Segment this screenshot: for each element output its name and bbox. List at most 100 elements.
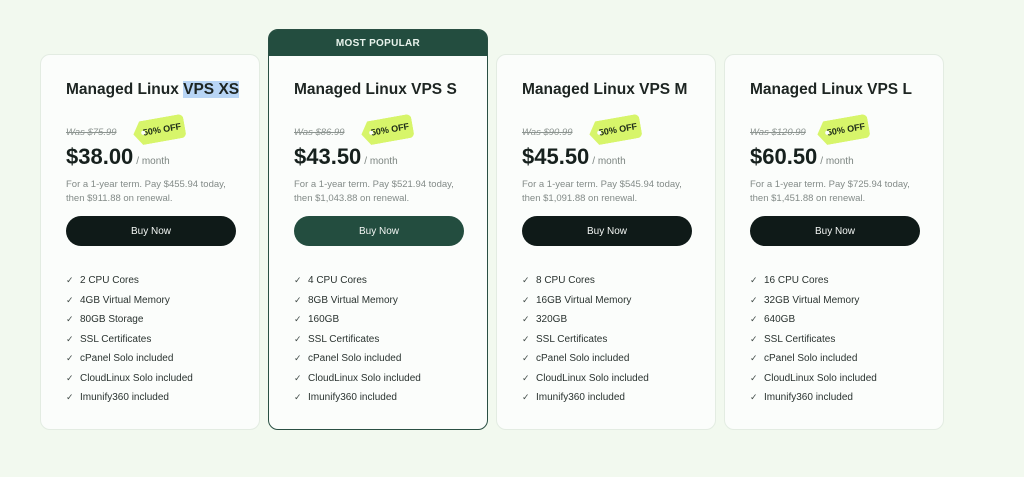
original-price: Was $86.99	[294, 127, 345, 138]
feature-item: ✓ 4GB Virtual Memory	[66, 291, 234, 311]
feature-label: SSL Certificates	[536, 333, 608, 345]
feature-item: ✓ Imunify360 included	[294, 388, 462, 408]
feature-label: CloudLinux Solo included	[764, 372, 877, 384]
feature-item: ✓ 8 CPU Cores	[522, 271, 690, 291]
price-row: $38.00 / month	[66, 144, 234, 172]
check-icon: ✓	[66, 275, 74, 286]
original-price-row: Was $90.99 50% OFF	[522, 124, 690, 142]
feature-label: SSL Certificates	[80, 333, 152, 345]
check-icon: ✓	[750, 314, 758, 325]
price-period: / month	[820, 156, 854, 167]
plan-card-xs: Managed Linux VPS XS Was $75.99 50% OFF …	[40, 54, 260, 430]
feature-label: 4GB Virtual Memory	[80, 294, 170, 306]
feature-item: ✓ CloudLinux Solo included	[522, 369, 690, 389]
plan-card-m: Managed Linux VPS M Was $90.99 50% OFF $…	[496, 54, 716, 430]
buy-now-button-m[interactable]: Buy Now	[522, 216, 692, 246]
price: $60.50	[750, 144, 818, 169]
buy-now-button-xs[interactable]: Buy Now	[66, 216, 236, 246]
selected-title-text: VPS XS	[183, 81, 240, 98]
feature-label: 640GB	[764, 314, 796, 326]
term-line-2: then $1,451.88 on renewal.	[750, 193, 866, 204]
check-icon: ✓	[66, 294, 74, 305]
original-price-row: Was $86.99 50% OFF	[294, 124, 462, 142]
term-line-2: then $911.88 on renewal.	[66, 193, 173, 204]
original-price-row: Was $75.99 50% OFF	[66, 124, 234, 142]
term-line-1: For a 1-year term. Pay $455.94 today,	[66, 179, 226, 190]
discount-tag: 50% OFF	[131, 114, 186, 147]
feature-item: ✓ SSL Certificates	[294, 330, 462, 350]
original-price-row: Was $120.99 50% OFF	[750, 124, 918, 142]
feature-item: ✓ CloudLinux Solo included	[294, 369, 462, 389]
check-icon: ✓	[294, 353, 302, 364]
feature-item: ✓ 2 CPU Cores	[66, 271, 234, 291]
feature-label: CloudLinux Solo included	[308, 372, 421, 384]
check-icon: ✓	[522, 275, 530, 286]
feature-label: 4 CPU Cores	[308, 275, 367, 287]
price-row: $45.50 / month	[522, 144, 690, 172]
feature-list: ✓ 16 CPU Cores ✓ 32GB Virtual Memory ✓ 640G…	[750, 271, 918, 408]
feature-label: SSL Certificates	[764, 333, 836, 345]
feature-item: ✓ 16GB Virtual Memory	[522, 291, 690, 311]
plan-title: Managed Linux VPS M	[522, 80, 690, 100]
feature-label: cPanel Solo included	[308, 353, 402, 365]
feature-label: CloudLinux Solo included	[80, 372, 193, 384]
price: $43.50	[294, 144, 362, 169]
feature-list: ✓ 4 CPU Cores ✓ 8GB Virtual Memory ✓ 160GB …	[294, 271, 462, 408]
check-icon: ✓	[294, 275, 302, 286]
feature-label: 160GB	[308, 314, 340, 326]
buy-now-button-s[interactable]: Buy Now	[294, 216, 464, 246]
check-icon: ✓	[66, 333, 74, 344]
price: $45.50	[522, 144, 590, 169]
check-icon: ✓	[750, 333, 758, 344]
price-period: / month	[364, 156, 398, 167]
plan-card-s: MOST POPULAR Managed Linux VPS S Was $86…	[268, 29, 488, 430]
feature-label: Imunify360 included	[80, 392, 169, 404]
plan-title-text: Managed Linux VPS L	[750, 81, 912, 98]
feature-item: ✓ 8GB Virtual Memory	[294, 291, 462, 311]
plan-title-text: Managed Linux VPS S	[294, 81, 457, 98]
term-description: For a 1-year term. Pay $521.94 today, th…	[294, 178, 462, 206]
feature-item: ✓ cPanel Solo included	[750, 349, 918, 369]
price-period: / month	[136, 156, 170, 167]
feature-item: ✓ 32GB Virtual Memory	[750, 291, 918, 311]
check-icon: ✓	[294, 294, 302, 305]
term-description: For a 1-year term. Pay $455.94 today, th…	[66, 178, 234, 206]
feature-item: ✓ SSL Certificates	[522, 330, 690, 350]
check-icon: ✓	[294, 333, 302, 344]
feature-label: 8 CPU Cores	[536, 275, 595, 287]
check-icon: ✓	[522, 294, 530, 305]
price-period: / month	[592, 156, 626, 167]
term-line-1: For a 1-year term. Pay $545.94 today,	[522, 179, 682, 190]
feature-label: cPanel Solo included	[764, 353, 858, 365]
term-line-1: For a 1-year term. Pay $521.94 today,	[294, 179, 454, 190]
plan-title: Managed Linux VPS L	[750, 80, 918, 100]
feature-label: 8GB Virtual Memory	[308, 294, 398, 306]
check-icon: ✓	[750, 372, 758, 383]
feature-item: ✓ Imunify360 included	[66, 388, 234, 408]
term-line-1: For a 1-year term. Pay $725.94 today,	[750, 179, 910, 190]
discount-tag: 50% OFF	[815, 114, 870, 147]
buy-now-button-l[interactable]: Buy Now	[750, 216, 920, 246]
pricing-section: Managed Linux VPS XS Was $75.99 50% OFF …	[0, 0, 1024, 477]
check-icon: ✓	[522, 372, 530, 383]
check-icon: ✓	[522, 353, 530, 364]
feature-label: cPanel Solo included	[80, 353, 174, 365]
plan-title-text: Managed Linux VPS M	[522, 81, 688, 98]
check-icon: ✓	[66, 372, 74, 383]
plan-card-l: Managed Linux VPS L Was $120.99 50% OFF …	[724, 54, 944, 430]
feature-label: 16GB Virtual Memory	[536, 294, 632, 306]
feature-label: 320GB	[536, 314, 568, 326]
feature-item: ✓ cPanel Solo included	[294, 349, 462, 369]
feature-item: ✓ 16 CPU Cores	[750, 271, 918, 291]
feature-item: ✓ cPanel Solo included	[66, 349, 234, 369]
check-icon: ✓	[294, 314, 302, 325]
feature-list: ✓ 8 CPU Cores ✓ 16GB Virtual Memory ✓ 320GB…	[522, 271, 690, 408]
most-popular-badge: MOST POPULAR	[269, 30, 487, 56]
check-icon: ✓	[294, 392, 302, 403]
price-row: $43.50 / month	[294, 144, 462, 172]
plan-title-text: Managed Linux	[66, 81, 184, 98]
feature-label: SSL Certificates	[308, 333, 380, 345]
feature-item: ✓ 80GB Storage	[66, 310, 234, 330]
plan-title: Managed Linux VPS S	[294, 80, 462, 100]
feature-label: CloudLinux Solo included	[536, 372, 649, 384]
